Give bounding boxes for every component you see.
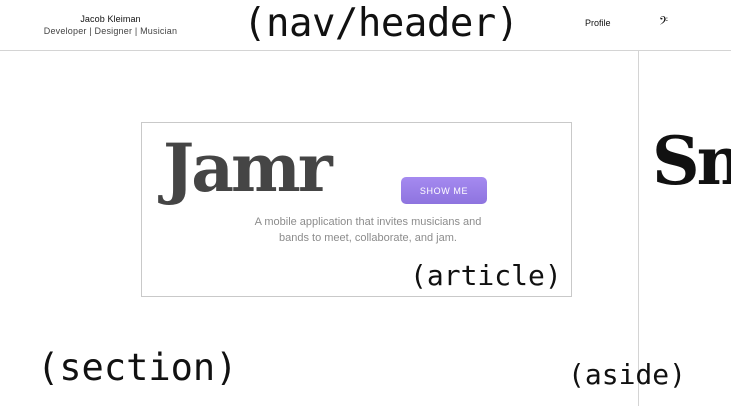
project-title: Jamr: [163, 129, 333, 207]
show-me-button[interactable]: SHOW ME: [401, 177, 487, 204]
nav-profile-link[interactable]: Profile: [585, 18, 611, 28]
brand-tagline: Developer | Designer | Musician: [43, 26, 178, 36]
project-description: A mobile application that invites musici…: [254, 216, 482, 244]
section-annotation: (section): [37, 346, 238, 389]
aside-divider: [638, 51, 639, 406]
bass-clef-icon[interactable]: 𝄢: [659, 14, 668, 32]
aside-project-title: Sn: [652, 122, 731, 200]
brand-name[interactable]: Jacob Kleiman: [38, 14, 183, 24]
header-annotation: (nav/header): [243, 1, 519, 46]
site-header: Jacob Kleiman Developer | Designer | Mus…: [0, 0, 731, 51]
aside-annotation: (aside): [568, 358, 687, 391]
project-card: Jamr SHOW ME A mobile application that i…: [141, 122, 572, 297]
article-annotation: (article): [410, 259, 562, 292]
